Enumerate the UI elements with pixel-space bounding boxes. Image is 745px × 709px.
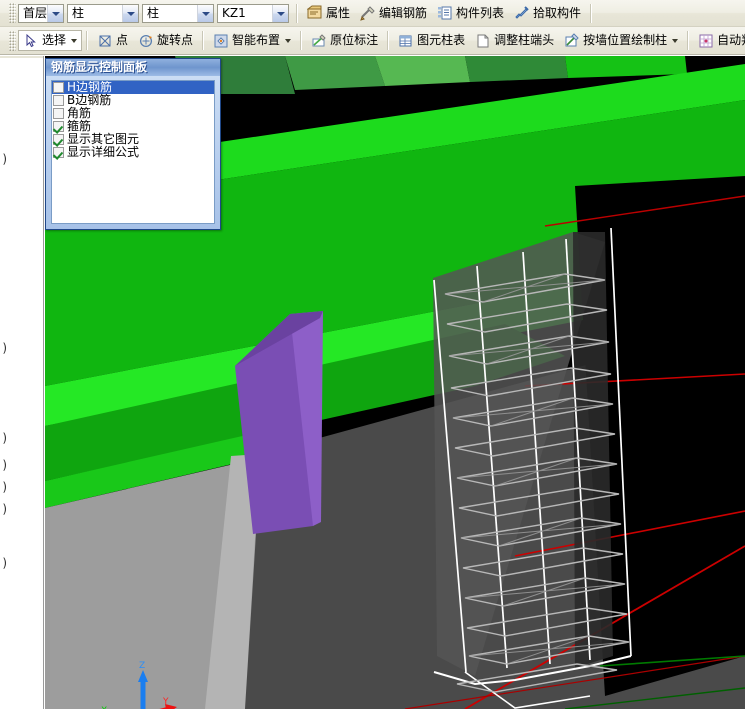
toolbar-separator <box>300 31 303 50</box>
subcategory-selector[interactable]: 柱 <box>142 3 214 23</box>
pick-member-button[interactable]: 拾取构件 <box>509 3 586 24</box>
floor-selector-value: 首层 <box>23 5 47 20</box>
annotation-icon <box>311 33 327 49</box>
chevron-down-icon[interactable] <box>71 38 78 43</box>
dock-text-fragment: ) <box>2 556 7 570</box>
checkbox-icon[interactable] <box>53 134 64 145</box>
smart-layout-button[interactable]: 智能布置 <box>208 30 296 51</box>
table-icon <box>398 33 414 49</box>
axis-z-label: Z <box>139 661 145 671</box>
adjust-column-head-label: 调整柱端头 <box>494 33 555 47</box>
member-list-label: 构件列表 <box>456 5 505 20</box>
checkbox-icon[interactable] <box>53 95 64 106</box>
point-button[interactable]: 点 <box>92 30 133 51</box>
edit-rebar-label: 编辑钢筋 <box>379 5 428 20</box>
edit-rebar-icon <box>360 5 376 21</box>
chevron-down-icon[interactable] <box>285 38 292 43</box>
dock-text-fragment: ) <box>2 480 7 494</box>
rebar-panel-title: 钢筋显示控制面板 <box>46 59 220 76</box>
member-list-button[interactable]: 构件列表 <box>432 3 509 24</box>
edit-rebar-button[interactable]: 编辑钢筋 <box>355 3 432 24</box>
toolbar-separator <box>687 31 690 50</box>
point-label: 点 <box>116 33 129 47</box>
in-place-annotation-label: 原位标注 <box>330 33 379 47</box>
adjust-column-head-button[interactable]: 调整柱端头 <box>470 30 559 51</box>
toolbar-separator <box>86 31 89 50</box>
chevron-down-icon[interactable] <box>47 4 63 22</box>
member-list-icon <box>437 5 453 21</box>
chevron-down-icon[interactable] <box>197 4 213 22</box>
checkbox-icon[interactable] <box>53 82 64 93</box>
element-column-table-button[interactable]: 图元柱表 <box>393 30 470 51</box>
chevron-down-icon[interactable] <box>122 4 138 22</box>
chevron-down-icon[interactable] <box>672 38 679 43</box>
dock-text-fragment: ) <box>2 431 7 445</box>
application-window: 首层 柱 柱 KZ1 属性 编辑钢筋 构件列表 拾取构件 选择 点 旋转点 智能… <box>0 0 745 709</box>
list-item-show-detailed-formula[interactable]: 显示详细公式 <box>52 146 214 159</box>
adjust-head-icon <box>475 33 491 49</box>
toolbar-gripper[interactable] <box>9 30 16 51</box>
in-place-annotation-button[interactable]: 原位标注 <box>306 30 383 51</box>
draw-column-by-wall-button[interactable]: 按墙位置绘制柱 <box>559 30 683 51</box>
dock-top-edge <box>0 56 43 58</box>
dock-text-fragment: ) <box>2 341 7 355</box>
toolbar-secondary: 选择 点 旋转点 智能布置 原位标注 图元柱表 调整柱端头 按墙位置绘制柱 自动 <box>0 27 745 55</box>
member-selector-value: KZ1 <box>222 5 246 20</box>
dock-text-fragment: ) <box>2 502 7 516</box>
element-column-table-label: 图元柱表 <box>417 33 466 47</box>
list-item-label: 显示详细公式 <box>67 145 140 159</box>
auto-judge-label: 自动判断 <box>717 33 745 47</box>
rotate-point-icon <box>138 33 154 49</box>
category-selector-value: 柱 <box>72 5 85 20</box>
toolbar-separator <box>296 3 298 23</box>
category-selector[interactable]: 柱 <box>67 3 139 23</box>
subcategory-selector-value: 柱 <box>147 5 160 20</box>
toolbar-separator <box>202 31 205 50</box>
toolbar-separator <box>387 31 390 50</box>
pick-member-label: 拾取构件 <box>533 5 582 20</box>
draw-by-wall-icon <box>564 32 580 49</box>
checkbox-icon[interactable] <box>53 147 64 158</box>
floor-selector[interactable]: 首层 <box>18 3 64 23</box>
rotate-point-button[interactable]: 旋转点 <box>133 30 198 51</box>
draw-column-by-wall-label: 按墙位置绘制柱 <box>583 33 668 47</box>
point-icon <box>97 33 113 49</box>
select-label: 选择 <box>42 33 67 47</box>
properties-button[interactable]: 属性 <box>302 3 355 24</box>
auto-judge-button[interactable]: 自动判断 <box>693 30 745 51</box>
cursor-icon <box>23 33 39 49</box>
smart-layout-icon <box>213 33 229 49</box>
rebar-panel-list[interactable]: H边钢筋 B边钢筋 角筋 箍筋 显示其它图元 显示详细公式 <box>51 80 215 224</box>
left-dock-panel: ) ) ) ) ) ) ) <box>0 56 44 709</box>
properties-icon <box>307 5 323 21</box>
auto-judge-icon <box>698 33 714 49</box>
properties-label: 属性 <box>326 5 351 20</box>
checkbox-icon[interactable] <box>53 121 64 132</box>
toolbar-gripper[interactable] <box>9 3 16 23</box>
chevron-down-icon[interactable] <box>272 4 288 22</box>
axis-y-label: Y <box>162 697 169 707</box>
toolbar-primary: 首层 柱 柱 KZ1 属性 编辑钢筋 构件列表 拾取构件 <box>0 0 745 27</box>
smart-layout-label: 智能布置 <box>232 33 281 47</box>
toolbar-separator <box>590 3 593 23</box>
member-selector[interactable]: KZ1 <box>217 3 289 23</box>
select-button[interactable]: 选择 <box>18 30 83 51</box>
dock-text-fragment: ) <box>2 152 7 166</box>
dock-text-fragment: ) <box>2 458 7 472</box>
checkbox-icon[interactable] <box>53 108 64 119</box>
rebar-display-control-panel[interactable]: 钢筋显示控制面板 H边钢筋 B边钢筋 角筋 箍筋 显示其它图元 显示详细公式 <box>45 58 221 230</box>
rotate-point-label: 旋转点 <box>157 33 194 47</box>
pick-member-icon <box>514 5 530 21</box>
